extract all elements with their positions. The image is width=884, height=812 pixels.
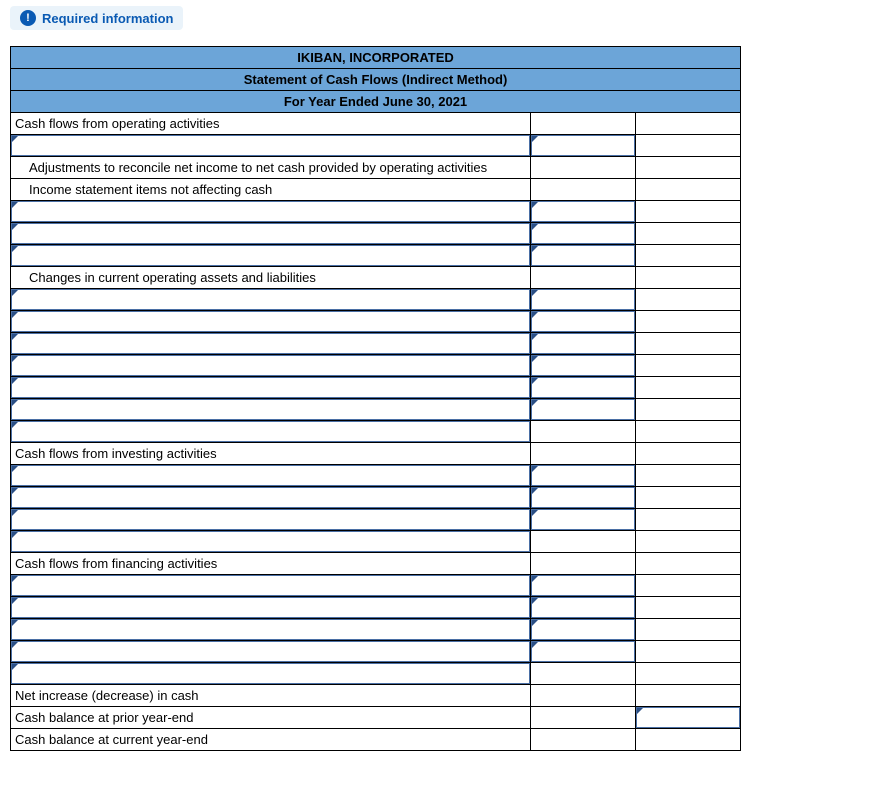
cell: [636, 113, 741, 135]
line-item-dropdown[interactable]: [11, 575, 531, 597]
prior-year-label: Cash balance at prior year-end: [11, 707, 531, 729]
cell: [636, 201, 741, 223]
section-financing: Cash flows from financing activities: [11, 553, 531, 575]
required-info-label: Required information: [42, 11, 173, 26]
cell: [636, 663, 741, 685]
income-stmt-label: Income statement items not affecting cas…: [11, 179, 531, 201]
changes-label: Changes in current operating assets and …: [11, 267, 531, 289]
cell: [636, 487, 741, 509]
cell: [531, 267, 636, 289]
cell: [636, 179, 741, 201]
title-statement: Statement of Cash Flows (Indirect Method…: [11, 69, 741, 91]
cell: [636, 355, 741, 377]
line-item-dropdown[interactable]: [11, 355, 531, 377]
line-item-dropdown[interactable]: [11, 531, 531, 553]
cell: [636, 685, 741, 707]
cell: [531, 663, 636, 685]
amount-dropdown[interactable]: [531, 223, 636, 245]
cell: [636, 289, 741, 311]
amount-dropdown[interactable]: [531, 333, 636, 355]
cell: [636, 597, 741, 619]
required-info-button[interactable]: ! Required information: [10, 6, 183, 30]
line-item-dropdown[interactable]: [11, 223, 531, 245]
info-icon: !: [20, 10, 36, 26]
line-item-dropdown[interactable]: [11, 135, 531, 157]
amount-dropdown[interactable]: [636, 707, 741, 729]
cell: [636, 245, 741, 267]
cell: [636, 421, 741, 443]
amount-dropdown[interactable]: [531, 465, 636, 487]
adjustments-label: Adjustments to reconcile net income to n…: [11, 157, 531, 179]
cell: [636, 267, 741, 289]
cell: [636, 575, 741, 597]
cell: [636, 157, 741, 179]
line-item-dropdown[interactable]: [11, 311, 531, 333]
cell: [636, 465, 741, 487]
amount-dropdown[interactable]: [531, 575, 636, 597]
amount-dropdown[interactable]: [531, 377, 636, 399]
amount-dropdown[interactable]: [531, 245, 636, 267]
cell: [531, 707, 636, 729]
line-item-dropdown[interactable]: [11, 663, 531, 685]
amount-dropdown[interactable]: [531, 487, 636, 509]
amount-dropdown[interactable]: [531, 355, 636, 377]
cell: [636, 531, 741, 553]
amount-dropdown[interactable]: [531, 641, 636, 663]
cell: [531, 443, 636, 465]
cell: [636, 135, 741, 157]
cell: [636, 311, 741, 333]
amount-dropdown[interactable]: [531, 201, 636, 223]
cell: [636, 729, 741, 751]
line-item-dropdown[interactable]: [11, 465, 531, 487]
cell: [531, 113, 636, 135]
cell: [636, 443, 741, 465]
cell: [531, 179, 636, 201]
amount-dropdown[interactable]: [531, 399, 636, 421]
cell: [531, 729, 636, 751]
section-investing: Cash flows from investing activities: [11, 443, 531, 465]
cell: [531, 531, 636, 553]
amount-dropdown[interactable]: [531, 619, 636, 641]
current-year-label: Cash balance at current year-end: [11, 729, 531, 751]
cell: [531, 685, 636, 707]
amount-dropdown[interactable]: [531, 509, 636, 531]
cell: [531, 157, 636, 179]
line-item-dropdown[interactable]: [11, 487, 531, 509]
cell: [636, 399, 741, 421]
line-item-dropdown[interactable]: [11, 641, 531, 663]
cash-flow-statement-table: IKIBAN, INCORPORATED Statement of Cash F…: [10, 46, 741, 751]
line-item-dropdown[interactable]: [11, 597, 531, 619]
amount-dropdown[interactable]: [531, 311, 636, 333]
cell: [636, 619, 741, 641]
amount-dropdown[interactable]: [531, 597, 636, 619]
line-item-dropdown[interactable]: [11, 619, 531, 641]
cell: [636, 641, 741, 663]
cell: [531, 553, 636, 575]
amount-dropdown[interactable]: [531, 289, 636, 311]
cell: [636, 509, 741, 531]
line-item-dropdown[interactable]: [11, 245, 531, 267]
line-item-dropdown[interactable]: [11, 333, 531, 355]
title-company: IKIBAN, INCORPORATED: [11, 47, 741, 69]
net-increase-label: Net increase (decrease) in cash: [11, 685, 531, 707]
line-item-dropdown[interactable]: [11, 399, 531, 421]
cell: [531, 421, 636, 443]
cell: [636, 333, 741, 355]
line-item-dropdown[interactable]: [11, 509, 531, 531]
line-item-dropdown[interactable]: [11, 289, 531, 311]
cell: [636, 553, 741, 575]
line-item-dropdown[interactable]: [11, 201, 531, 223]
section-operating: Cash flows from operating activities: [11, 113, 531, 135]
line-item-dropdown[interactable]: [11, 421, 531, 443]
cell: [636, 377, 741, 399]
amount-dropdown[interactable]: [531, 135, 636, 157]
title-period: For Year Ended June 30, 2021: [11, 91, 741, 113]
cell: [636, 223, 741, 245]
line-item-dropdown[interactable]: [11, 377, 531, 399]
